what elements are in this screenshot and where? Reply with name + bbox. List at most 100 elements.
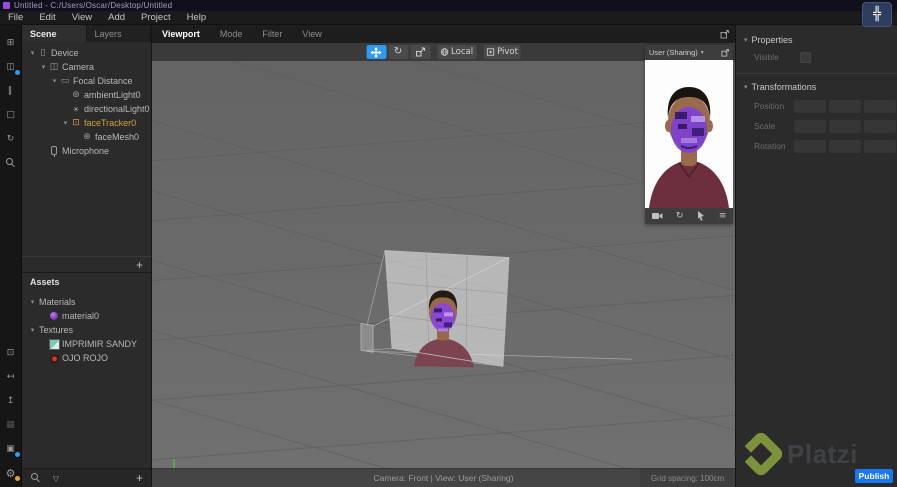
chevron-down-icon[interactable]: ▾ [701,49,704,56]
rotate-tool-button[interactable]: ↻ [388,45,409,59]
expand-arrow-icon: ▾ [744,84,748,91]
tree-row[interactable]: faceMesh0 [22,130,151,144]
toolbar-button[interactable] [0,389,22,413]
toolbar-button[interactable] [0,127,22,151]
toolbar-button[interactable] [0,437,22,461]
expand-arrow-icon[interactable] [50,77,59,85]
expand-arrow-icon[interactable] [39,63,48,71]
assets-footer: + [22,468,151,487]
tree-row[interactable]: OJO ROJO [22,351,151,365]
transform-y-input[interactable] [829,99,861,113]
tree-row[interactable]: ambientLight0 [22,88,151,102]
local-space-button[interactable]: Local [437,45,477,59]
camera-view-status: Camera: Front | View: User (Sharing) [373,473,514,483]
tree-row[interactable]: material0 [22,309,151,323]
grid-icon [5,419,17,431]
watermark-label: Platzi [787,438,858,469]
app-grid-icon[interactable]: ╬ [862,2,892,27]
tree-row[interactable]: Materials [22,295,151,309]
add-asset-button[interactable]: + [136,472,143,484]
notification-badge [14,452,20,457]
menu-item[interactable]: Edit [31,11,63,25]
transform-z-input[interactable] [864,119,896,133]
visible-checkbox[interactable] [800,51,811,63]
scale-tool-button[interactable] [410,45,431,59]
expand-arrow-icon: ▾ [744,37,748,44]
rotate-icon: ↻ [393,46,403,57]
tree-row[interactable]: Camera [22,60,151,74]
menu-item[interactable]: Add [100,11,133,25]
search-icon[interactable] [30,472,42,484]
publish-button[interactable]: Publish [855,469,893,483]
assets-tree: Materials material0 Textures [22,291,151,365]
preview-menu-icon[interactable]: ≡ [719,211,727,221]
scene-panel-tab[interactable]: Scene [22,25,87,42]
transform-z-input[interactable] [864,139,896,153]
transform-row: Rotation [736,136,897,156]
add-scene-object-button[interactable]: + [136,259,143,271]
toolbar-button[interactable] [0,151,22,175]
simulate-touch-icon[interactable] [697,211,706,221]
tree-row[interactable]: Focal Distance [22,74,151,88]
transform-toolbar: ↻ Local Pivot [366,45,521,59]
tree-row[interactable]: Device [22,46,151,60]
viewport-tab[interactable]: Viewport [152,25,210,43]
tree-item-label: IMPRIMIR SANDY [62,339,138,349]
tree-row[interactable]: directionalLight0 [22,102,151,116]
face-tracker-icon [70,117,82,129]
viewport-tab[interactable]: Mode [210,25,253,43]
simulator-preview-panel: User (Sharing) ▾ ↻ ≡ [645,45,733,224]
app-window: Untitled - C:/Users/Oscar/Desktop/Untitl… [0,0,897,487]
tree-item-label: Device [51,48,79,58]
device-icon [37,47,49,59]
expand-arrow-icon[interactable] [28,326,37,334]
transformations-section-header[interactable]: ▾ Transformations [736,74,897,96]
menu-bar: File Edit View Add Project Help [0,11,897,25]
viewport-tab-bar: Viewport Mode Filter View [152,25,735,43]
toolbar-button[interactable] [0,79,22,103]
transform-y-input[interactable] [829,119,861,133]
tree-row[interactable]: Textures [22,323,151,337]
popout-icon[interactable] [720,29,729,39]
expand-arrow-icon[interactable] [28,49,37,57]
toolbar-button[interactable] [0,103,22,127]
menu-item[interactable]: File [0,11,31,25]
menu-item[interactable]: Project [133,11,179,25]
properties-section-header[interactable]: ▾ Properties [736,25,897,47]
toolbar-button[interactable] [0,365,22,389]
toolbar-button[interactable] [0,31,22,55]
popout-icon[interactable] [721,48,729,57]
transform-x-input[interactable] [794,119,826,133]
toolbar-button[interactable] [0,413,22,437]
transform-x-input[interactable] [794,99,826,113]
transform-x-input[interactable] [794,139,826,153]
section-title: Transformations [751,82,817,92]
preview-source-dropdown[interactable]: User (Sharing) [649,48,698,57]
move-tool-button[interactable] [366,45,387,59]
transform-y-input[interactable] [829,139,861,153]
toolbar-button[interactable] [0,341,22,365]
expand-arrow-icon[interactable] [61,119,70,127]
tree-item-label: Microphone [62,146,110,156]
restart-video-icon[interactable]: ↻ [676,211,684,221]
viewport-tab[interactable]: View [292,25,331,43]
menu-item[interactable]: View [64,11,100,25]
tree-row[interactable]: faceTracker0 [22,116,151,130]
filter-icon[interactable] [50,472,62,484]
transform-row: Position [736,96,897,116]
viewport-tab[interactable]: Filter [252,25,292,43]
scene-panel: Scene Layers Device [22,25,151,273]
camera-gizmo[interactable] [360,322,374,353]
scene-panel-tab[interactable]: Layers [86,25,151,42]
camera-canvas-plane[interactable] [384,250,510,368]
menu-item[interactable]: Help [179,11,215,25]
expand-arrow-icon[interactable] [28,298,37,306]
video-camera-icon[interactable] [651,212,663,220]
3d-scene[interactable]: ↻ Local Pivot User (Sharing) ▾ ↻ ≡ [152,43,735,468]
transform-z-input[interactable] [864,99,896,113]
toolbar-button[interactable] [0,461,22,485]
toolbar-button[interactable] [0,55,22,79]
pivot-button[interactable]: Pivot [483,45,521,59]
tree-row[interactable]: IMPRIMIR SANDY [22,337,151,351]
tree-row[interactable]: Microphone [22,144,151,158]
